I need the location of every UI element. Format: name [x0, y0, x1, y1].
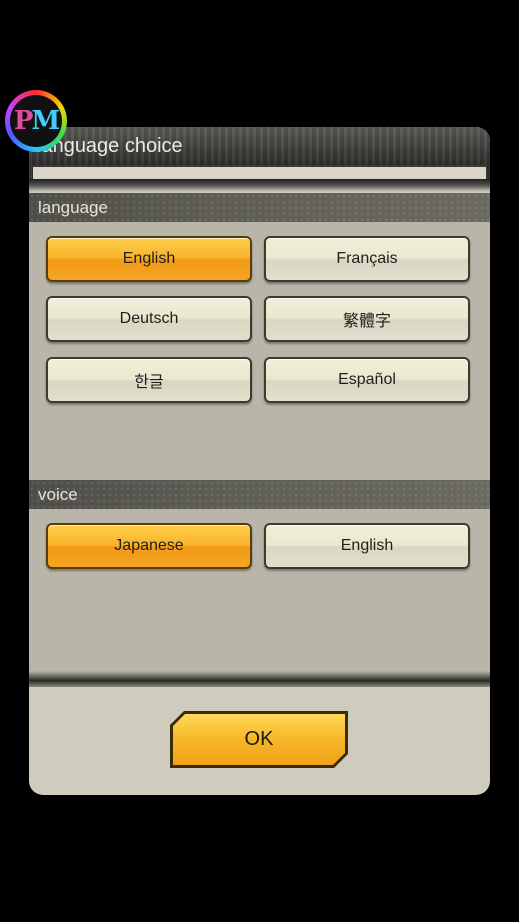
language-option-french[interactable]: Français [264, 236, 470, 282]
voice-section-label: voice [38, 485, 78, 504]
voice-section-header: voice [29, 480, 490, 509]
language-option-german[interactable]: Deutsch [46, 296, 252, 342]
ok-button[interactable]: OK [170, 711, 348, 768]
app-logo: PM [5, 90, 67, 152]
language-option-traditional-chinese[interactable]: 繁體字 [264, 296, 470, 342]
ok-button-label: OK [173, 714, 345, 765]
language-option-korean[interactable]: 한글 [46, 357, 252, 403]
footer-brush-edge [29, 671, 490, 687]
voice-options-panel: Japanese English [29, 509, 490, 673]
language-section-label: language [38, 198, 108, 217]
logo-letter-m: M [31, 106, 60, 136]
header-brush-edge [29, 179, 490, 192]
voice-option-english[interactable]: English [264, 523, 470, 569]
language-options-panel: English Français Deutsch 繁體字 한글 Español [29, 222, 490, 480]
dialog-header: language choice [29, 127, 490, 192]
language-choice-dialog: language choice language English Françai… [29, 127, 490, 795]
language-section-header: language [29, 193, 490, 222]
logo-letter-p: P [13, 106, 34, 136]
language-option-spanish[interactable]: Español [264, 357, 470, 403]
logo-mark: PM [10, 95, 62, 147]
language-option-english[interactable]: English [46, 236, 252, 282]
voice-option-japanese[interactable]: Japanese [46, 523, 252, 569]
